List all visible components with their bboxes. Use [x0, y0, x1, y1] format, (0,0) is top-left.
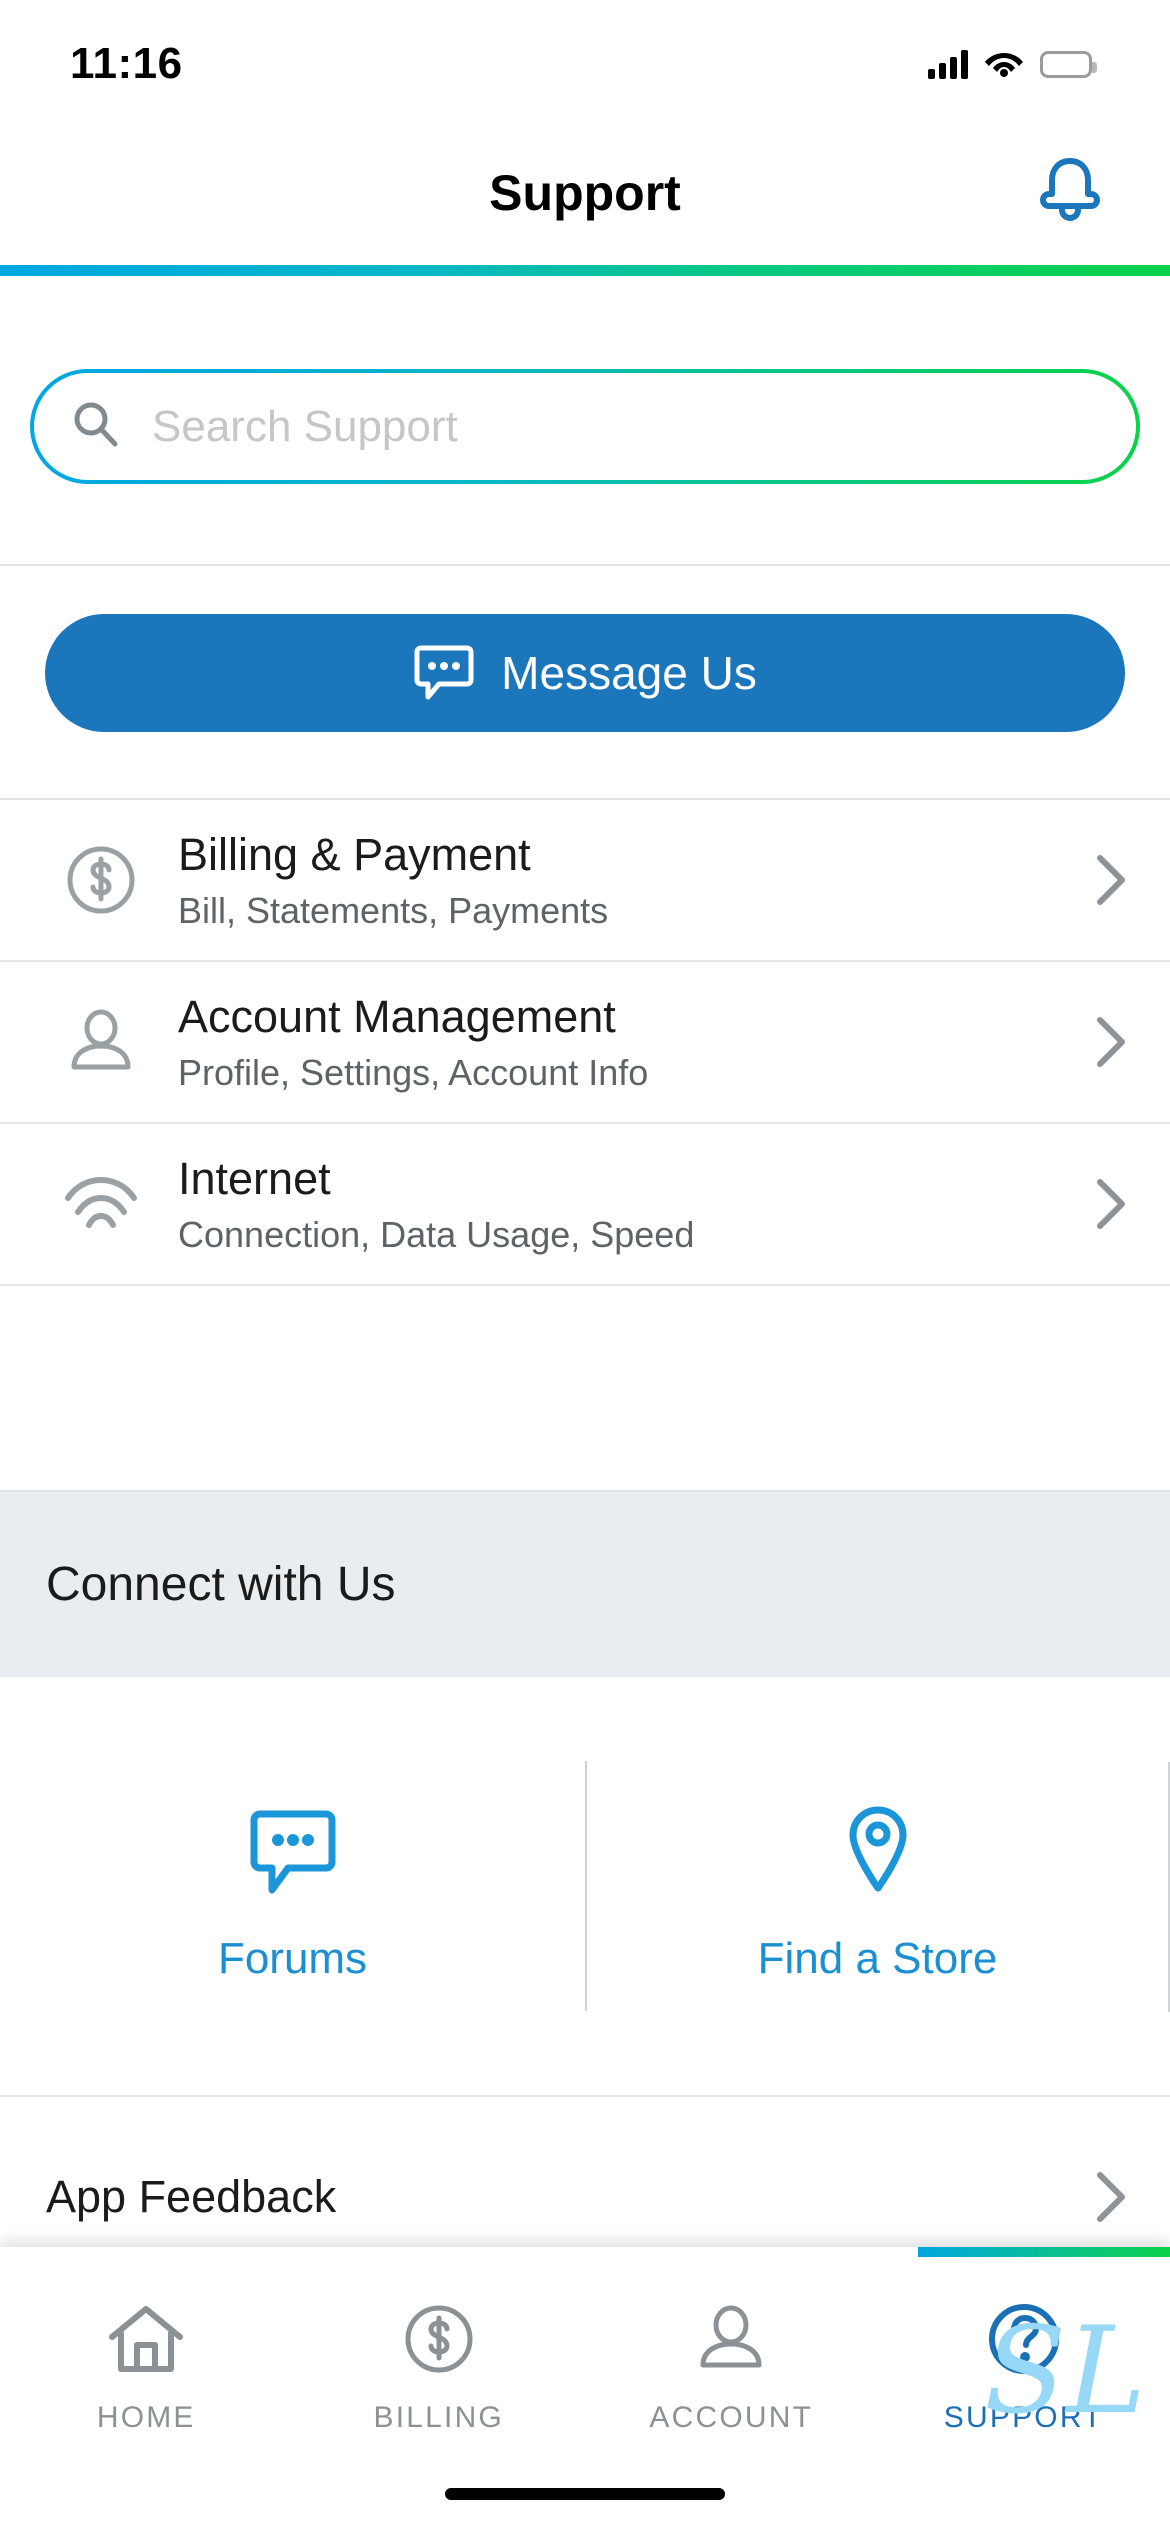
- tab-account[interactable]: ACCOUNT: [585, 2247, 878, 2462]
- wifi-icon: [984, 47, 1024, 82]
- category-title: Billing & Payment: [178, 828, 531, 880]
- search-placeholder: Search Support: [152, 401, 458, 451]
- status-indicators: [928, 47, 1097, 82]
- person-icon: [46, 1005, 156, 1079]
- app-screen: 11:16 Support Search Support Message Us …: [0, 0, 1170, 2532]
- support-category-list: Billing & Payment Bill, Statements, Paym…: [0, 800, 1170, 1286]
- connect-with-us-heading: Connect with Us: [0, 1490, 1170, 1677]
- status-bar: 11:16: [0, 0, 1170, 120]
- category-row-billing-payment[interactable]: Billing & Payment Bill, Statements, Paym…: [0, 800, 1170, 962]
- connect-tile-label: Find a Store: [757, 1934, 998, 1983]
- message-us-section: Message Us: [0, 566, 1170, 800]
- section-title: Connect with Us: [46, 1558, 396, 1611]
- category-row-account-management[interactable]: Account Management Profile, Settings, Ac…: [0, 962, 1170, 1124]
- search-section: Search Support: [0, 276, 1170, 566]
- category-subtitle: Connection, Data Usage, Speed: [178, 1213, 695, 1255]
- home-icon: [106, 2293, 186, 2385]
- signal-bars-icon: [928, 49, 968, 79]
- connect-tile-label: Forums: [217, 1934, 368, 1983]
- chevron-right-icon: [1068, 1176, 1128, 1232]
- tab-label: BILLING: [373, 2400, 504, 2434]
- chevron-right-icon: [1068, 1014, 1128, 1070]
- status-time: 11:16: [70, 39, 183, 88]
- app-header: Support: [0, 120, 1170, 265]
- message-us-label: Message Us: [501, 647, 757, 699]
- active-tab-indicator: [918, 2247, 1170, 2257]
- message-us-button[interactable]: Message Us: [45, 614, 1125, 732]
- app-feedback-label: App Feedback: [46, 2171, 337, 2222]
- tab-support[interactable]: SUPPORT: [878, 2247, 1170, 2462]
- tab-label: SUPPORT: [943, 2400, 1104, 2434]
- category-text: Billing & Payment Bill, Statements, Paym…: [156, 828, 1068, 931]
- chevron-right-icon: [1068, 852, 1128, 908]
- header-accent-bar: [0, 265, 1170, 276]
- chat-bubble-icon: [250, 1788, 336, 1898]
- notifications-button[interactable]: [1022, 145, 1118, 241]
- category-title: Internet: [178, 1152, 331, 1204]
- category-text: Account Management Profile, Settings, Ac…: [156, 990, 1068, 1093]
- connect-tile-find-a-store[interactable]: Find a Store: [585, 1761, 1170, 2011]
- search-input[interactable]: Search Support: [30, 369, 1140, 484]
- connect-tile-forums[interactable]: Forums: [0, 1761, 585, 2011]
- map-pin-icon: [843, 1788, 913, 1898]
- person-icon: [693, 2293, 769, 2385]
- tab-label: HOME: [96, 2400, 196, 2434]
- category-text: Internet Connection, Data Usage, Speed: [156, 1152, 1068, 1255]
- question-circle-icon: [984, 2293, 1064, 2385]
- search-icon: [70, 398, 122, 455]
- category-subtitle: Profile, Settings, Account Info: [178, 1051, 649, 1093]
- bottom-tab-bar: HOME BILLING ACCOUNT SUPPORT: [0, 2247, 1170, 2532]
- tab-home[interactable]: HOME: [0, 2247, 293, 2462]
- dollar-circle-icon: [401, 2293, 477, 2385]
- page-title: Support: [489, 164, 681, 221]
- category-row-internet[interactable]: Internet Connection, Data Usage, Speed: [0, 1124, 1170, 1286]
- wifi-icon: [46, 1172, 156, 1236]
- connect-tiles-carousel[interactable]: Forums Find a Store: [0, 1677, 1170, 2097]
- chevron-right-icon: [1068, 2169, 1128, 2225]
- bell-icon: [1037, 154, 1103, 231]
- battery-icon: [1040, 50, 1097, 78]
- chat-bubble-icon: [413, 640, 475, 707]
- home-indicator: [445, 2488, 725, 2500]
- tab-billing[interactable]: BILLING: [293, 2247, 586, 2462]
- dollar-circle-icon: [46, 843, 156, 917]
- tab-label: ACCOUNT: [649, 2400, 814, 2434]
- category-title: Account Management: [178, 990, 616, 1042]
- category-subtitle: Bill, Statements, Payments: [178, 889, 609, 931]
